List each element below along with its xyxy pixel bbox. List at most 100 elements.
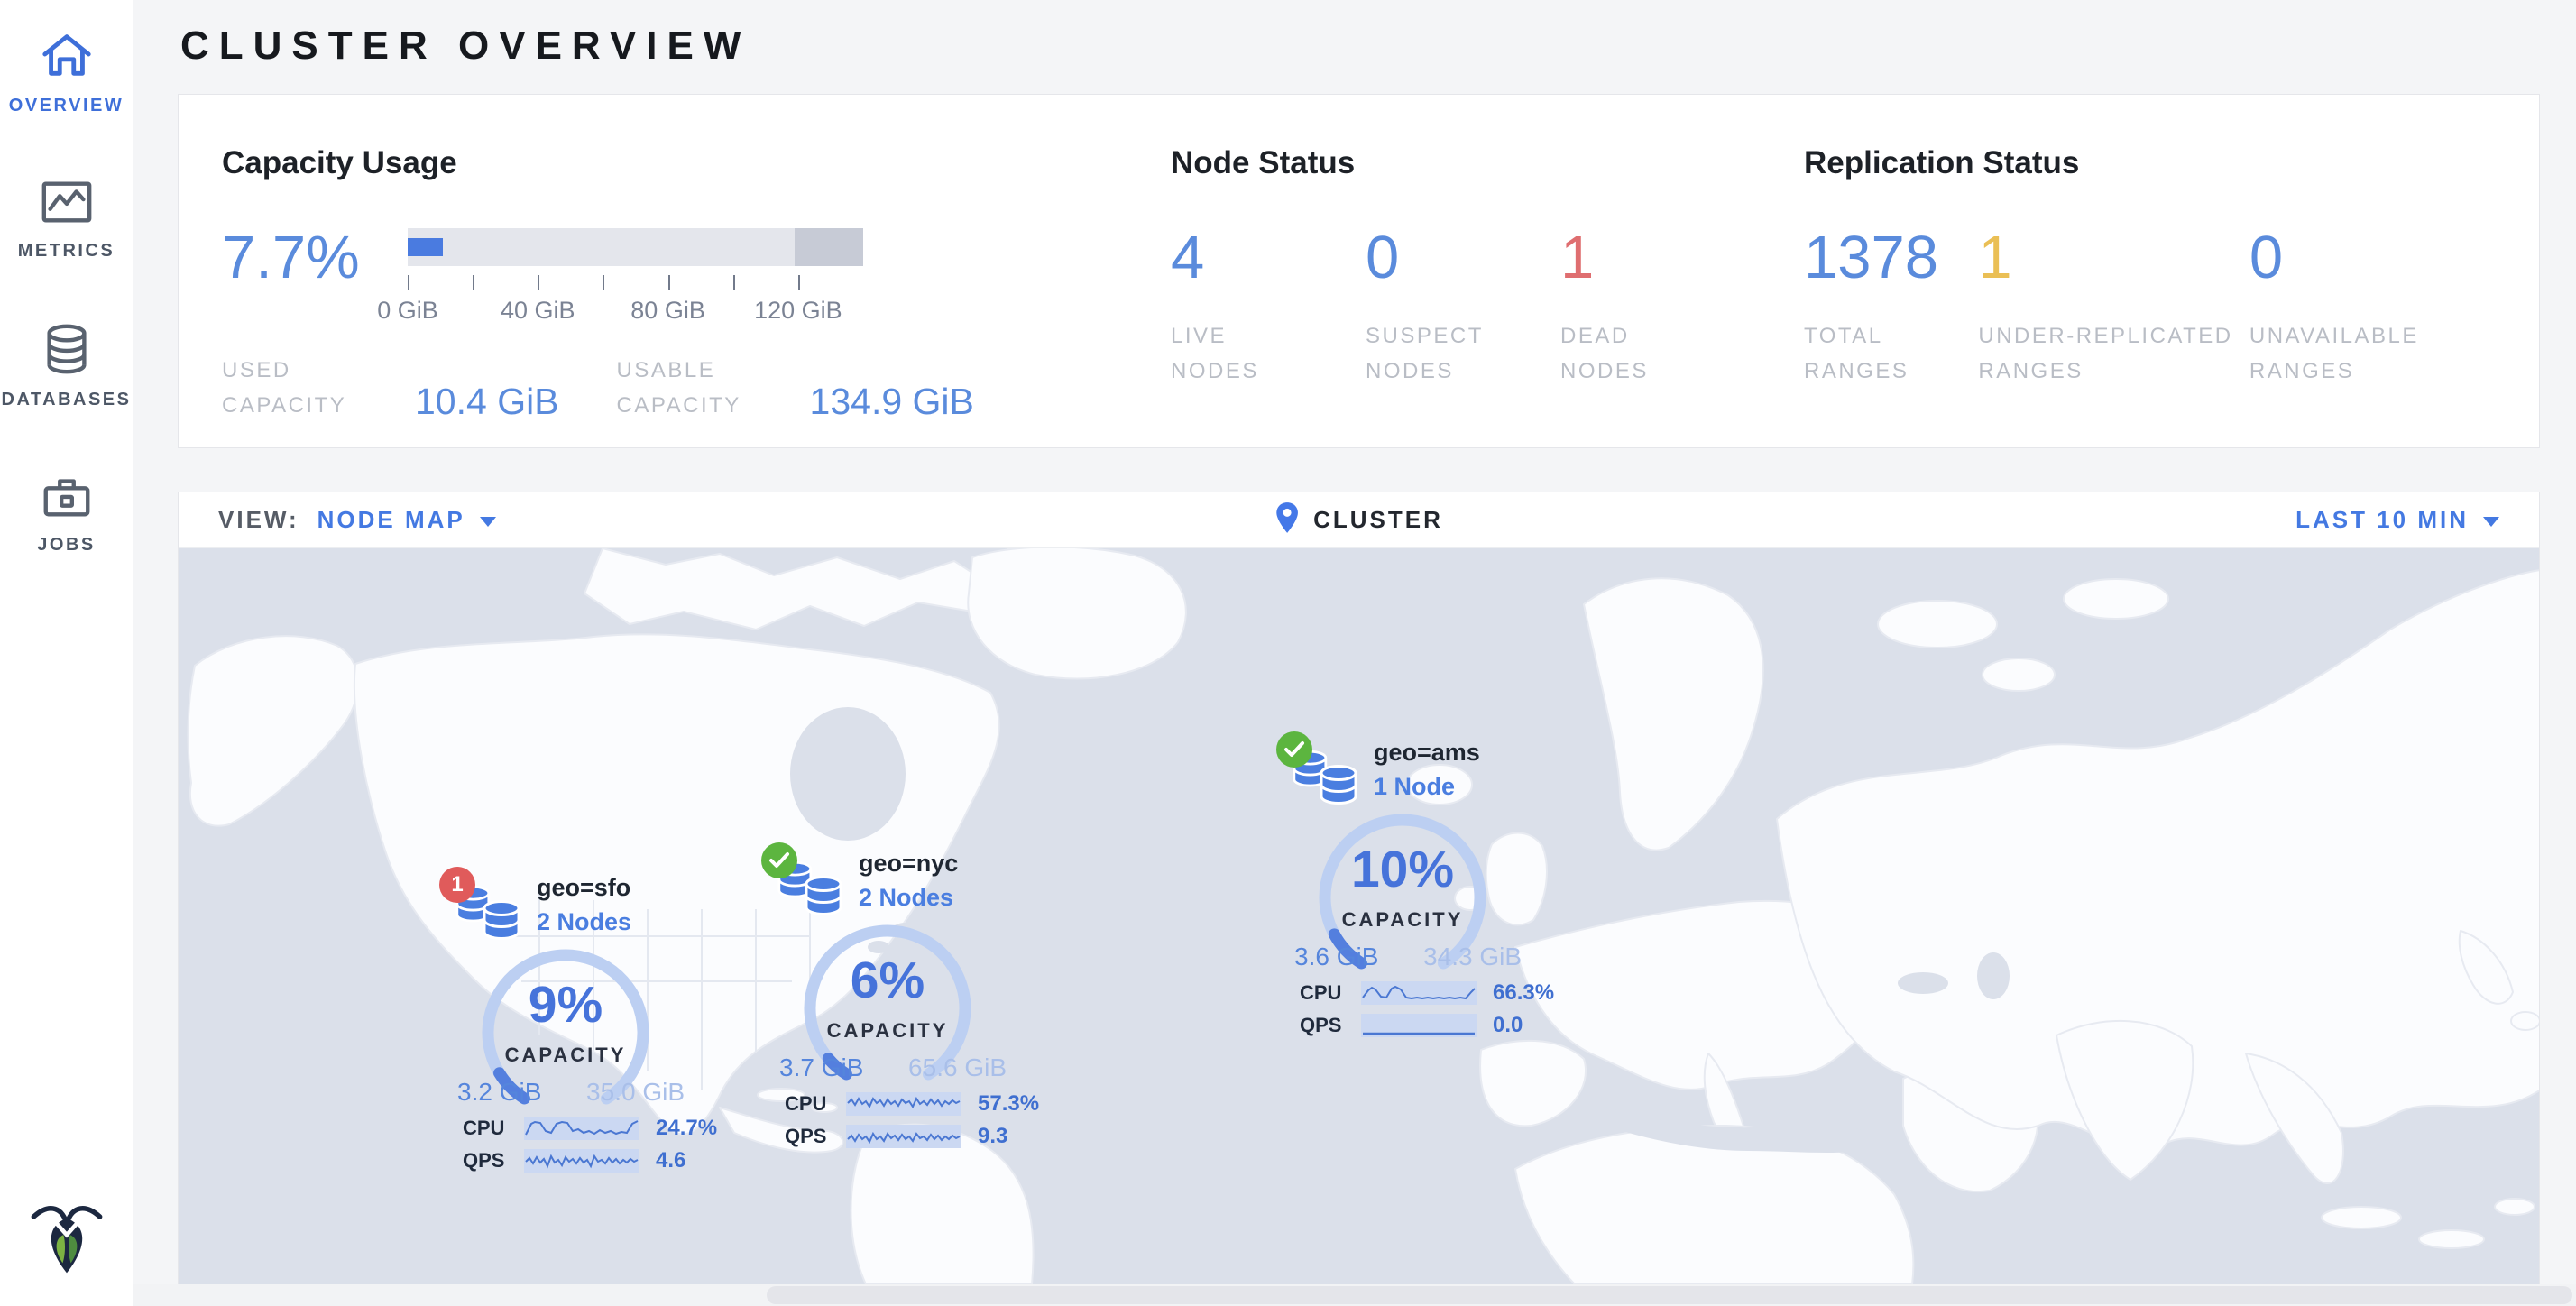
unavailable-ranges-stat: 0 UNAVAILABLE RANGES — [2249, 225, 2496, 389]
gauge-percent: 10% — [1303, 840, 1502, 899]
usable-capacity-value: 134.9 GiB — [810, 381, 974, 423]
usable-capacity: 35.0 GiB — [586, 1078, 685, 1107]
world-map[interactable]: 1 geo=sfo 2 Nodes — [179, 548, 2539, 1284]
cpu-metric: CPU 24.7% — [463, 1116, 717, 1141]
live-nodes-value: 4 — [1171, 225, 1366, 291]
live-nodes-stat: 4 LIVE NODES — [1171, 225, 1366, 389]
chevron-down-icon[interactable] — [480, 517, 496, 527]
under-replicated-stat: 1 UNDER-REPLICATED RANGES — [1978, 225, 2249, 389]
sidebar-item-label: JOBS — [37, 535, 95, 556]
node-status-section: Node Status 4 LIVE NODES 0 SUSPECT NODES… — [1171, 129, 1804, 447]
horizontal-scrollbar — [133, 1284, 2576, 1306]
gauge-percent: 9% — [466, 975, 665, 1035]
dead-nodes-label: DEAD NODES — [1560, 318, 1705, 389]
gauge-capacity-label: CAPACITY — [1303, 908, 1502, 932]
axis-tick — [473, 275, 474, 290]
unavailable-ranges-label: UNAVAILABLE RANGES — [2249, 318, 2496, 389]
locality-nyc[interactable]: geo=nyc 2 Nodes 6% CAPACITY 3.7 — [747, 837, 1053, 1198]
cpu-label: CPU — [463, 1117, 515, 1140]
under-replicated-label: UNDER-REPLICATED RANGES — [1978, 318, 2249, 389]
sidebar-item-overview[interactable]: OVERVIEW — [0, 27, 133, 116]
locality-name: geo=ams — [1374, 739, 1480, 767]
capacity-axis: 0 GiB 40 GiB 80 GiB 120 GiB — [408, 266, 863, 336]
axis-tick-label: 80 GiB — [630, 297, 705, 325]
qps-value: 9.3 — [978, 1124, 1007, 1149]
locality-name: geo=nyc — [859, 850, 958, 878]
locality-ams[interactable]: geo=ams 1 Node 10% CAPACITY 3.6 — [1262, 726, 1569, 1087]
gauge-capacity-label: CAPACITY — [788, 1019, 987, 1043]
qps-sparkline — [524, 1149, 639, 1173]
sidebar-item-metrics[interactable]: METRICS — [0, 176, 133, 262]
map-toolbar: VIEW: NODE MAP CLUSTER LAST 10 MIN — [179, 492, 2539, 548]
page-title: CLUSTER OVERVIEW — [180, 23, 750, 69]
cockroachdb-logo — [27, 1197, 106, 1281]
dead-nodes-value: 1 — [1560, 225, 1755, 291]
cluster-overview-page: OVERVIEW METRICS — [0, 0, 2576, 1306]
axis-tick — [798, 275, 800, 290]
horizontal-scrollbar-thumb[interactable] — [767, 1286, 2572, 1304]
sidebar-item-databases[interactable]: DATABASES — [0, 321, 133, 410]
healthy-badge — [1276, 731, 1312, 768]
view-dropdown[interactable]: NODE MAP — [317, 506, 465, 534]
chevron-down-icon[interactable] — [2483, 517, 2499, 527]
qps-sparkline — [846, 1125, 961, 1148]
cpu-value: 24.7% — [656, 1116, 717, 1141]
cpu-value: 66.3% — [1493, 980, 1554, 1006]
live-nodes-label: LIVE NODES — [1171, 318, 1315, 389]
total-ranges-stat: 1378 TOTAL RANGES — [1804, 225, 1978, 389]
locality-node-count: 2 Nodes — [537, 908, 631, 936]
locality-name: geo=sfo — [537, 874, 630, 902]
qps-sparkline — [1361, 1014, 1477, 1037]
dead-nodes-stat: 1 DEAD NODES — [1560, 225, 1755, 389]
view-label: VIEW: — [218, 506, 299, 534]
axis-tick-label: 0 GiB — [377, 297, 438, 325]
total-ranges-label: TOTAL RANGES — [1804, 318, 1978, 389]
qps-metric: QPS 0.0 — [1300, 1013, 1523, 1038]
location-pin-icon — [1274, 501, 1299, 538]
cluster-summary-panel: Capacity Usage 7.7% — [178, 94, 2540, 448]
cpu-sparkline — [524, 1117, 639, 1140]
dead-node-badge: 1 — [439, 867, 475, 903]
used-capacity: 3.2 GiB — [457, 1078, 541, 1107]
unavailable-ranges-value: 0 — [2249, 225, 2496, 291]
databases-icon — [39, 321, 95, 377]
jobs-icon — [39, 470, 95, 522]
axis-tick — [538, 275, 539, 290]
capacity-bar: 0 GiB 40 GiB 80 GiB 120 GiB — [408, 225, 863, 336]
home-icon — [39, 27, 95, 83]
suspect-nodes-value: 0 — [1366, 225, 1560, 291]
qps-metric: QPS 4.6 — [463, 1148, 685, 1173]
cpu-value: 57.3% — [978, 1091, 1039, 1117]
usable-capacity: 34.3 GiB — [1423, 943, 1522, 971]
breadcrumb-cluster-label[interactable]: CLUSTER — [1313, 506, 1443, 534]
metrics-icon — [39, 176, 95, 228]
used-capacity-value: 10.4 GiB — [415, 381, 559, 423]
locality-sfo[interactable]: 1 geo=sfo 2 Nodes — [425, 861, 731, 1222]
axis-tick-label: 120 GiB — [754, 297, 842, 325]
total-ranges-value: 1378 — [1804, 225, 1978, 291]
qps-value: 4.6 — [656, 1148, 685, 1173]
cpu-sparkline — [1361, 981, 1477, 1005]
sidebar-item-label: METRICS — [18, 241, 115, 262]
qps-label: QPS — [785, 1125, 837, 1148]
suspect-nodes-stat: 0 SUSPECT NODES — [1366, 225, 1560, 389]
sidebar-item-jobs[interactable]: JOBS — [0, 470, 133, 556]
suspect-nodes-label: SUSPECT NODES — [1366, 318, 1510, 389]
usable-capacity-label: USABLE CAPACITY — [617, 353, 806, 423]
qps-metric: QPS 9.3 — [785, 1124, 1007, 1149]
cpu-metric: CPU 57.3% — [785, 1091, 1039, 1117]
time-range-value[interactable]: LAST 10 MIN — [2295, 506, 2469, 534]
locality-node-count: 1 Node — [1374, 773, 1455, 801]
replication-status-section: Replication Status 1378 TOTAL RANGES 1 U… — [1804, 129, 2496, 447]
under-replicated-value: 1 — [1978, 225, 2249, 291]
replication-status-title: Replication Status — [1804, 145, 2496, 181]
time-range-dropdown[interactable]: LAST 10 MIN — [2295, 506, 2499, 534]
cpu-metric: CPU 66.3% — [1300, 980, 1554, 1006]
cpu-label: CPU — [1300, 981, 1352, 1005]
capacity-usage-section: Capacity Usage 7.7% — [222, 129, 1171, 447]
node-map-panel: VIEW: NODE MAP CLUSTER LAST 10 MIN — [178, 492, 2540, 1285]
usable-capacity: 65.6 GiB — [908, 1053, 1007, 1082]
axis-tick — [668, 275, 670, 290]
capacity-usage-title: Capacity Usage — [222, 145, 1171, 181]
axis-tick — [603, 275, 604, 290]
